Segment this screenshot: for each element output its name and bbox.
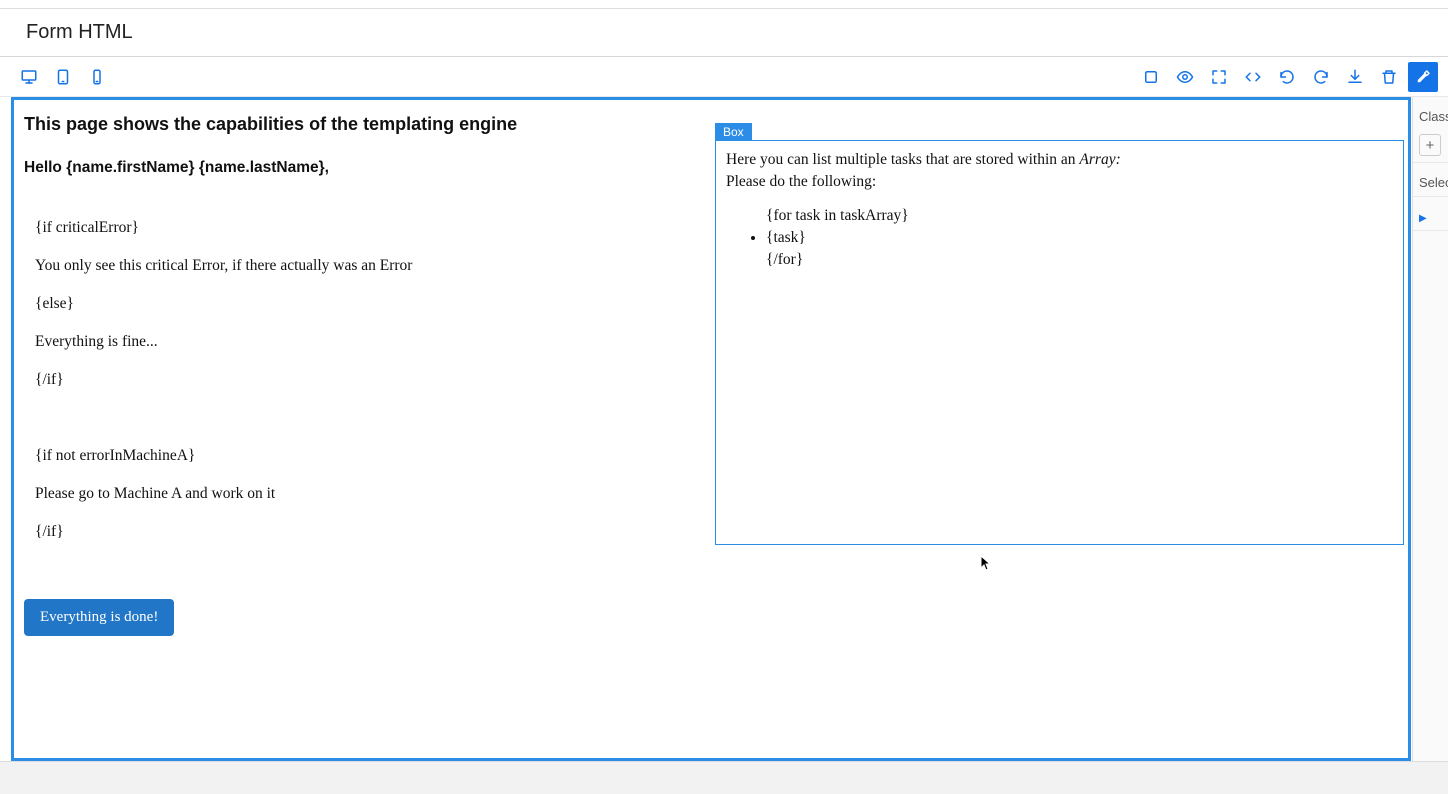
preview-icon[interactable] xyxy=(1170,62,1200,92)
desktop-icon[interactable] xyxy=(14,62,44,92)
brush-icon[interactable] xyxy=(1408,62,1438,92)
footer-bar xyxy=(0,761,1448,794)
tablet-icon[interactable] xyxy=(48,62,78,92)
selection-section: Selec xyxy=(1413,163,1448,197)
list-item[interactable]: {for task in taskArray} xyxy=(766,207,1393,225)
download-icon[interactable] xyxy=(1340,62,1370,92)
mobile-icon[interactable] xyxy=(82,62,112,92)
canvas-frame[interactable]: This page shows the capabilities of the … xyxy=(11,97,1411,761)
box-intro-text: Here you can list multiple tasks that ar… xyxy=(726,151,1079,168)
box-intro-line[interactable]: Here you can list multiple tasks that ar… xyxy=(726,151,1393,169)
list-item[interactable]: {task} xyxy=(766,229,1393,247)
classes-label: Class xyxy=(1419,109,1448,124)
fullscreen-icon[interactable] xyxy=(1204,62,1234,92)
box-intro-em: Array: xyxy=(1079,151,1120,168)
code-icon[interactable] xyxy=(1238,62,1268,92)
box-body[interactable]: Here you can list multiple tasks that ar… xyxy=(716,141,1403,283)
undo-icon[interactable] xyxy=(1272,62,1302,92)
add-class-button[interactable]: + xyxy=(1419,134,1441,156)
box-list[interactable]: {for task in taskArray} {task} {/for} xyxy=(726,207,1393,269)
window-top-border xyxy=(0,0,1448,9)
properties-panel: Class + Selec ▶ xyxy=(1412,97,1448,761)
page-title: Form HTML xyxy=(26,21,133,44)
border-icon[interactable] xyxy=(1136,62,1166,92)
template-heading[interactable]: This page shows the capabilities of the … xyxy=(24,114,1398,135)
editor-header: Form HTML xyxy=(0,9,1448,57)
done-button[interactable]: Everything is done! xyxy=(24,599,174,636)
toolbar xyxy=(0,57,1448,97)
trash-icon[interactable] xyxy=(1374,62,1404,92)
toolbar-left xyxy=(14,62,112,92)
classes-section: Class + xyxy=(1413,97,1448,163)
selection-tag: Box xyxy=(715,123,752,141)
canvas-body[interactable]: This page shows the capabilities of the … xyxy=(14,100,1408,758)
selection-label: Selec xyxy=(1419,175,1448,190)
toolbar-right xyxy=(1136,62,1438,92)
tree-section[interactable]: ▶ xyxy=(1413,197,1448,231)
redo-icon[interactable] xyxy=(1306,62,1336,92)
selected-box[interactable]: Box Here you can list multiple tasks tha… xyxy=(715,140,1404,545)
box-subintro[interactable]: Please do the following: xyxy=(726,173,1393,191)
caret-right-icon: ▶ xyxy=(1419,213,1427,224)
list-item[interactable]: {/for} xyxy=(766,251,1393,269)
